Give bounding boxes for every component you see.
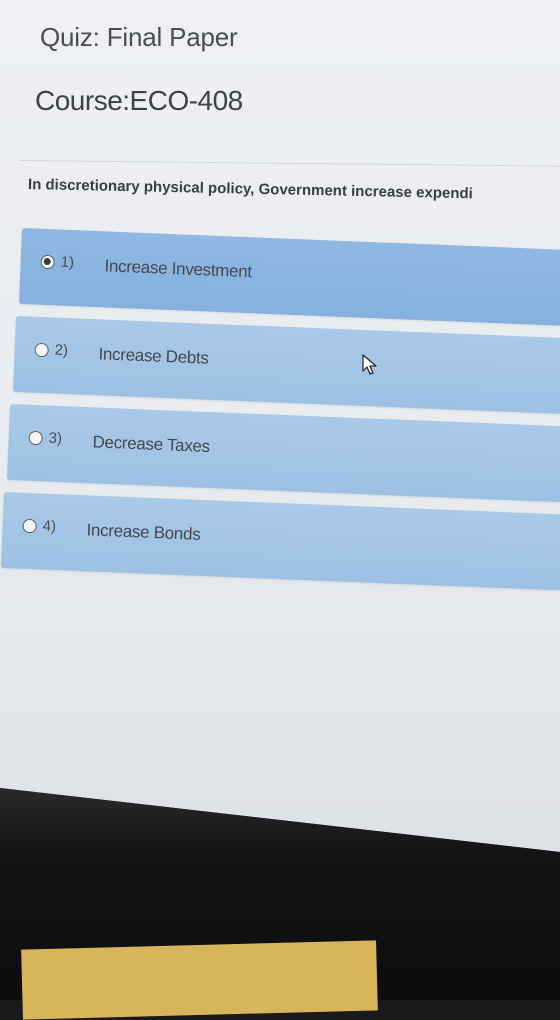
radio-button[interactable] (34, 342, 49, 358)
divider (19, 160, 560, 167)
quiz-title: Quiz: Final Paper (40, 22, 238, 52)
option-1[interactable]: 1) Increase Investment (18, 228, 560, 329)
option-3[interactable]: 3) Decrease Taxes (6, 404, 560, 505)
option-number: 2) (54, 341, 69, 360)
question-text: In discretionary physical policy, Govern… (27, 176, 473, 203)
radio-button-selected[interactable] (40, 254, 55, 270)
option-number: 3) (48, 429, 63, 448)
option-label: Increase Investment (104, 256, 253, 282)
option-label: Increase Bonds (86, 520, 201, 544)
option-4[interactable]: 4) Increase Bonds (0, 492, 560, 593)
radio-button[interactable] (22, 518, 37, 534)
radio-button[interactable] (28, 430, 43, 446)
option-label: Increase Debts (98, 344, 209, 368)
option-number: 4) (42, 517, 57, 536)
option-label: Decrease Taxes (92, 432, 211, 457)
option-number: 1) (60, 253, 75, 272)
option-2[interactable]: 2) Increase Debts (12, 316, 560, 417)
mouse-pointer-icon (362, 354, 377, 375)
paper-sheet (21, 940, 378, 1020)
course-code: Course:ECO-408 (35, 85, 243, 116)
